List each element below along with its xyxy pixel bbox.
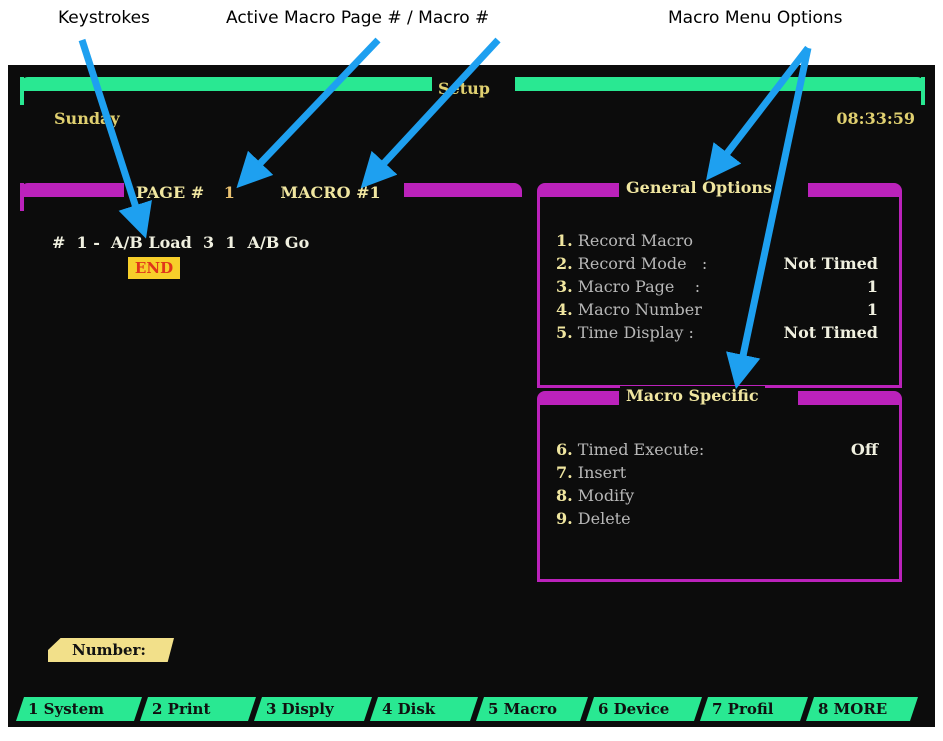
page-value: 1 xyxy=(223,183,235,202)
page-header-tick xyxy=(20,183,24,211)
option-insert[interactable]: 7. Insert xyxy=(556,463,626,482)
page-header-bar-right xyxy=(404,183,522,197)
fkey-profil[interactable]: 7 Profil xyxy=(700,697,808,721)
function-key-bar: 1 System 2 Print 3 Disply 4 Disk 5 Macro… xyxy=(16,697,926,721)
option-macro-page[interactable]: 3. Macro Page :1 xyxy=(556,277,878,296)
terminal-screen: Setup Sunday 08:33:59 PAGE # 1 MACRO #1 … xyxy=(8,65,935,727)
macro-keystrokes: # 1 - A/B Load 3 1 A/B Go xyxy=(52,233,310,252)
page-label: PAGE # xyxy=(136,183,205,202)
fkey-more[interactable]: 8 MORE xyxy=(806,697,918,721)
fkey-system[interactable]: 1 System xyxy=(16,697,142,721)
annotation-keystrokes: Keystrokes xyxy=(58,8,150,28)
title-bar-right xyxy=(515,77,925,91)
title-bar-tick-right xyxy=(921,77,925,105)
macro-specific-panel: 6. Timed Execute: Off 7. Insert 8. Modify… xyxy=(537,403,902,582)
clock: 08:33:59 xyxy=(836,109,915,128)
title-bar-tick-left xyxy=(20,77,24,105)
number-input-prompt[interactable]: Number: xyxy=(48,638,174,662)
fkey-macro[interactable]: 5 Macro xyxy=(476,697,588,721)
fkey-device[interactable]: 6 Device xyxy=(586,697,702,721)
option-record-mode[interactable]: 2. Record Mode : Not Timed xyxy=(556,254,878,273)
screen-title: Setup xyxy=(438,79,490,98)
macro-specific-title: Macro Specific xyxy=(620,386,765,405)
option-record-macro[interactable]: 1. Record Macro xyxy=(556,231,693,250)
general-options-title: General Options xyxy=(620,178,779,197)
annotation-active-macro: Active Macro Page # / Macro # xyxy=(226,8,490,28)
option-time-display[interactable]: 5. Time Display : Not Timed xyxy=(556,323,878,342)
annotation-menu-options: Macro Menu Options xyxy=(668,8,843,28)
title-bar-left xyxy=(20,77,432,91)
fkey-print[interactable]: 2 Print xyxy=(140,697,256,721)
general-options-panel: 1. Record Macro 2. Record Mode : Not Time… xyxy=(537,195,902,388)
fkey-disply[interactable]: 3 Disply xyxy=(254,697,372,721)
option-modify[interactable]: 8. Modify xyxy=(556,486,634,505)
option-delete[interactable]: 9. Delete xyxy=(556,509,631,528)
page-header: PAGE # 1 MACRO #1 xyxy=(136,183,381,202)
page-header-bar-left xyxy=(20,183,124,197)
option-macro-number[interactable]: 4. Macro Number 1 xyxy=(556,300,878,319)
option-timed-execute[interactable]: 6. Timed Execute: Off xyxy=(556,440,878,459)
fkey-disk[interactable]: 4 Disk xyxy=(370,697,478,721)
day-label: Sunday xyxy=(54,109,120,128)
end-marker: END xyxy=(128,257,180,279)
macro-label: MACRO #1 xyxy=(280,183,381,202)
